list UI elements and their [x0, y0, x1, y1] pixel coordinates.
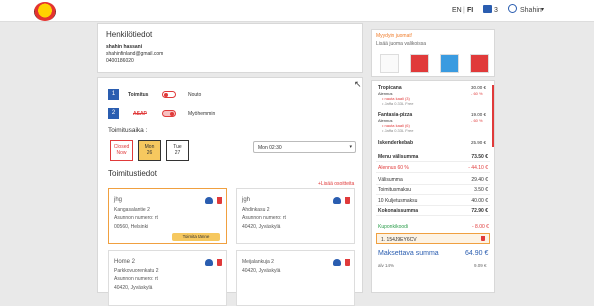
cart-item-price: 30.00 €	[471, 85, 487, 90]
summary-row: Toimitusmaksu 3.50 €	[376, 187, 490, 195]
cart-item-discount: - 60 %	[471, 91, 483, 96]
day-mon[interactable]: Mon 26	[138, 140, 161, 161]
personal-info-card: Henkilötiedot shahin hassani shahinfinla…	[97, 23, 363, 73]
coupon-value: - 8.00 €	[472, 224, 489, 230]
cart-item-price: 19.00 €	[471, 112, 487, 117]
user-email: shahinfinland@gmail.com	[106, 51, 164, 57]
step-badge: 1	[108, 89, 119, 100]
edit-user-icon[interactable]	[333, 197, 341, 204]
edit-user-icon[interactable]	[205, 197, 213, 204]
cart-count: 3	[494, 7, 498, 14]
drinks-title: Myydyin juomat!	[376, 33, 413, 39]
user-name: shahin hassani	[106, 44, 143, 50]
delivery-toggle[interactable]	[162, 91, 176, 98]
later-label[interactable]: Myöhemmin	[188, 111, 215, 117]
lang-separator: |	[463, 7, 465, 14]
section-title: Toimitustiedot	[108, 169, 157, 178]
drinks-subtitle: Lisää juoma valikoissa	[376, 41, 427, 47]
lang-en[interactable]: EN	[452, 7, 462, 14]
drink-cocacola[interactable]	[470, 54, 489, 73]
trash-icon[interactable]	[345, 259, 350, 266]
address-card[interactable]: Home 2 Parkkovuorenkatu 2 Asunnon numero…	[108, 250, 227, 306]
pay-label: Maksettava summa	[378, 250, 439, 257]
vat-label: alv 14%	[378, 263, 395, 268]
summary-row: Välisumma 29.40 €	[376, 177, 490, 185]
drink-pepsi[interactable]	[440, 54, 459, 73]
pay-value: 64.90 €	[465, 250, 489, 257]
time-select[interactable]: Mon 02:30 ▾	[253, 141, 356, 153]
cart-item-name: Iskenderkebab	[378, 140, 414, 146]
address-card[interactable]: jhg Kangasalantie 2 Asunnon numero: rt 0…	[108, 188, 227, 244]
trash-icon[interactable]	[481, 236, 485, 241]
edit-user-icon[interactable]	[333, 259, 341, 266]
cart-item-price: 25.90 €	[471, 140, 487, 145]
user-icon[interactable]	[508, 4, 517, 13]
drink-cola[interactable]	[410, 54, 429, 73]
time-label: Toimitusaika :	[108, 127, 148, 134]
cart-icon[interactable]	[483, 5, 492, 13]
lang-fi[interactable]: FI	[467, 7, 473, 14]
coupon-code-box[interactable]: 1. 154J9EY6CV	[376, 233, 490, 244]
step-badge: 2	[108, 108, 119, 119]
trash-icon[interactable]	[217, 259, 222, 266]
scrollbar[interactable]	[492, 85, 494, 147]
cart-item-option: • Jaffa 0.33L Free	[382, 128, 414, 133]
nouto-label[interactable]: Nouto	[188, 92, 201, 98]
chevron-down-icon: ▾	[349, 144, 352, 150]
chevron-down-icon[interactable]: ▾	[541, 6, 544, 13]
address-card[interactable]: Meijalankuja 2 40420, Jyväskylä	[236, 250, 355, 306]
summary-row: 10 Kuljetusmaksu 40.00 €	[376, 198, 490, 206]
user-menu[interactable]: Shahin	[520, 7, 542, 14]
trash-icon[interactable]	[217, 197, 222, 204]
section-title: Henkilötiedot	[106, 30, 153, 39]
add-address-link[interactable]: +Lisää osoitteita	[318, 181, 354, 187]
day-closed: Closed Now	[110, 140, 133, 161]
toimitus-label[interactable]: Toimitus	[128, 92, 148, 98]
day-tue[interactable]: Tue 27	[166, 140, 189, 161]
summary-row: Alennus 60 % - 44.10 €	[376, 165, 490, 173]
summary-row: Kokonaissumma 72.90 €	[376, 208, 490, 216]
asap-label[interactable]: ASAP	[133, 111, 147, 117]
drink-water[interactable]	[380, 54, 399, 73]
edit-user-icon[interactable]	[205, 259, 213, 266]
restaurant-logo[interactable]	[34, 2, 56, 21]
address-card[interactable]: jgh Ahdinkasu 2 Asunnon numero: rt 40420…	[236, 188, 355, 244]
delivery-card: 1 Toimitus Nouto 2 ASAP Myöhemmin Toimit…	[97, 77, 363, 306]
cart-item-option: • Jaffa 0.33L Free	[382, 101, 414, 106]
cart-item-discount: - 60 %	[471, 118, 483, 123]
summary-row: Menu välisumma 73.50 €	[376, 154, 490, 162]
top-bar: EN | FI 3 Shahin ▾	[0, 0, 594, 22]
coupon-label: Kuponkikoodi	[378, 224, 409, 230]
drinks-card: Myydyin juomat! Lisää juoma valikoissa	[371, 29, 495, 77]
trash-icon[interactable]	[345, 197, 350, 204]
vat-value: 9.09 €	[474, 263, 487, 268]
mouse-cursor-icon: ↖	[354, 79, 362, 89]
user-phone: 0400186020	[106, 58, 134, 64]
deliver-here-button[interactable]: Toimita tänne	[172, 233, 220, 241]
time-toggle[interactable]	[162, 110, 176, 117]
